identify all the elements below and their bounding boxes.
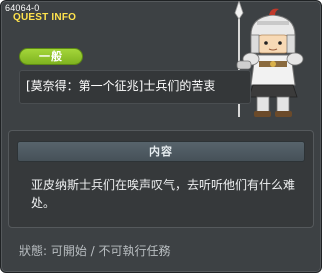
window-title: QUEST INFO [13, 12, 77, 23]
quest-description: 亚皮纳斯士兵们在唉声叹气，去听听他们有什么难处。 [31, 178, 296, 210]
content-header: 内容 [17, 141, 305, 162]
quest-summary-panel: 一般 [莫奈得：第一个征兆]士兵们的苦衷 [11, 35, 303, 119]
quest-category-badge: 一般 [19, 48, 83, 65]
quest-content-panel: 内容 亚皮纳斯士兵们在唉声叹气，去听听他们有什么难处。 [8, 130, 314, 228]
quest-name: [莫奈得：第一个征兆]士兵们的苦衷 [26, 79, 216, 93]
quest-status: 狀態: 可開始 / 不可執行任務 [19, 244, 171, 258]
quest-info-window: 64064-0 QUEST INFO 一般 [莫奈得：第一个征兆]士兵们的苦衷 … [0, 0, 322, 273]
